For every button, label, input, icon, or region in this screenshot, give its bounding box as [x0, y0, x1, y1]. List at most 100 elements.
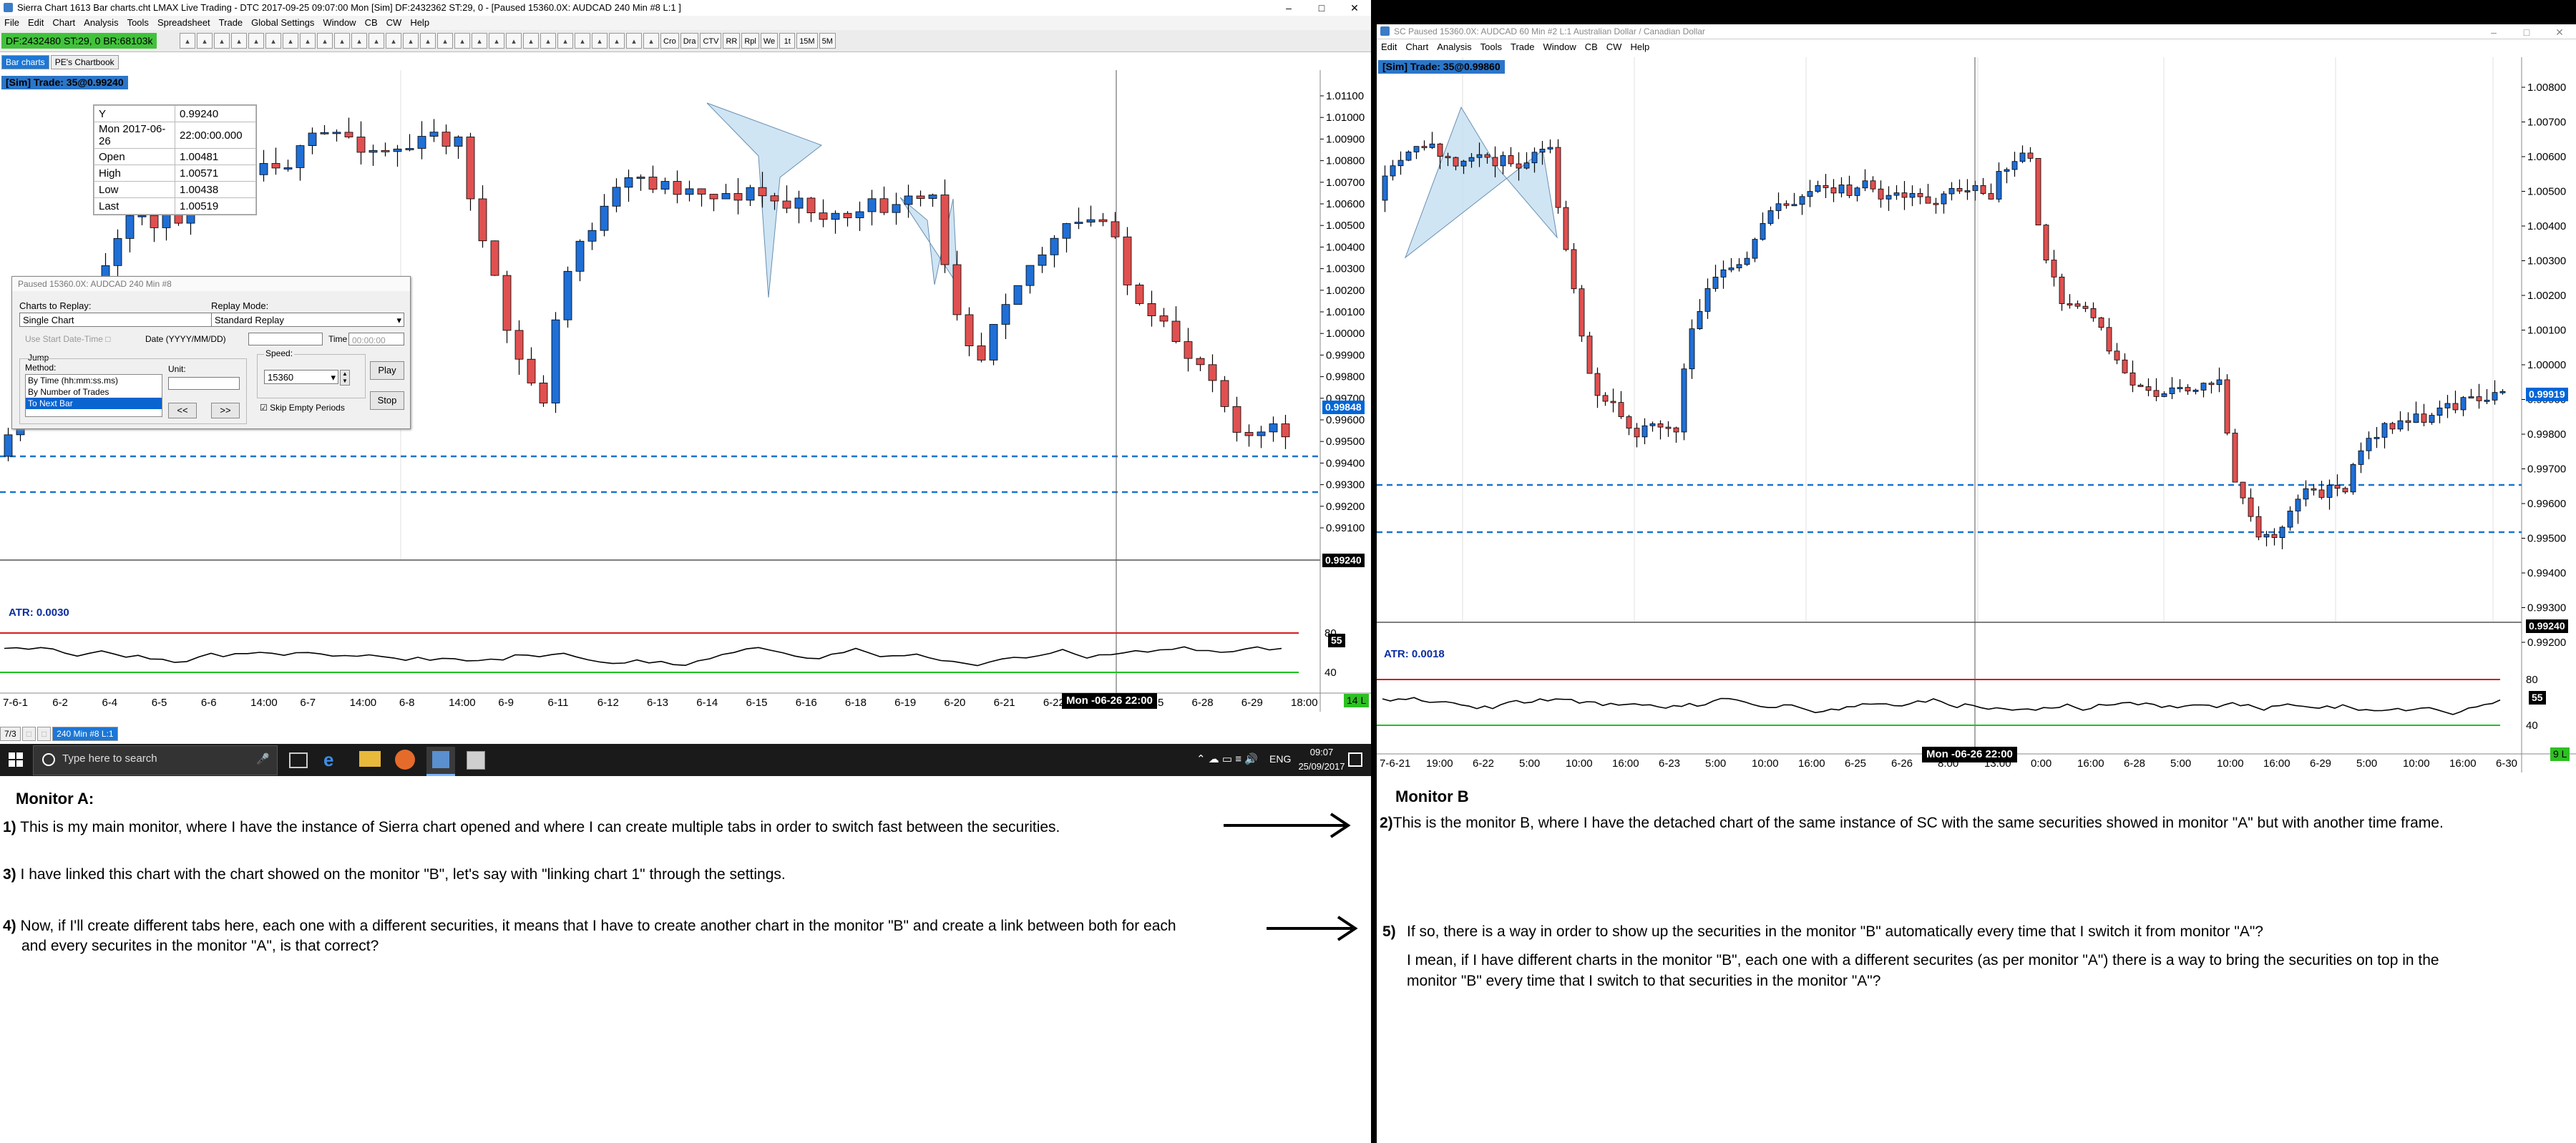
menu-item[interactable]: Spreadsheet [157, 17, 210, 28]
detached-window-title-bar[interactable]: SC Paused 15360.0X: AUDCAD 60 Min #2 L:1… [1377, 24, 2576, 39]
toolbar-tool-icon[interactable]: ▴ [626, 33, 642, 49]
minimize-icon[interactable]: – [1272, 0, 1305, 16]
speed-field[interactable]: 15360 ▾ [264, 370, 338, 384]
toolbar-tool-icon[interactable]: ▴ [265, 33, 281, 49]
play-button[interactable]: Play [370, 361, 404, 380]
toolbar-tool-icon[interactable]: ▴ [283, 33, 298, 49]
toolbar-tool-icon[interactable]: ▴ [557, 33, 573, 49]
toolbar-tool-icon[interactable]: ▴ [386, 33, 401, 49]
toolbar-tool-icon[interactable]: ▴ [437, 33, 453, 49]
toolbar-tool-icon[interactable]: ▴ [506, 33, 522, 49]
menu-item[interactable]: Trade [1511, 41, 1534, 52]
stop-button[interactable]: Stop [370, 391, 404, 410]
clock[interactable]: 09:07 25/09/2017 [1297, 745, 1347, 774]
toolbar-button[interactable]: RR [723, 33, 741, 49]
charts-to-replay-select[interactable]: Single Chart▾ [19, 313, 218, 327]
toolbar-tool-icon[interactable]: ▴ [334, 33, 350, 49]
menu-item[interactable]: File [4, 17, 19, 28]
toolbar-button[interactable]: We [760, 33, 779, 49]
close-icon[interactable]: ✕ [1338, 0, 1371, 16]
toolbar-tool-icon[interactable]: ▴ [420, 33, 436, 49]
toolbar-tool-icon[interactable]: ▴ [180, 33, 195, 49]
sierra-chart-taskbar-icon[interactable] [426, 747, 455, 776]
menu-item[interactable]: Tools [127, 17, 149, 28]
windows-start-icon[interactable] [9, 752, 23, 767]
toolbar-tool-icon[interactable]: ▴ [197, 33, 213, 49]
toolbar-button[interactable]: 1t [779, 33, 796, 49]
toolbar-tool-icon[interactable]: ▴ [523, 33, 539, 49]
toolbar-button[interactable]: Rpl [741, 33, 759, 49]
toolbar-tool-icon[interactable]: ▴ [454, 33, 470, 49]
toolbar-tool-icon[interactable]: ▴ [575, 33, 590, 49]
toolbar-tool-icon[interactable]: ▴ [643, 33, 659, 49]
language-indicator[interactable]: ENG [1269, 753, 1291, 765]
time-field[interactable]: 00:00:00 [348, 333, 404, 345]
unit-field[interactable] [168, 377, 240, 390]
toolbar-tool-icon[interactable]: ▴ [351, 33, 367, 49]
menu-item[interactable]: Chart [52, 17, 75, 28]
firefox-icon[interactable] [395, 750, 415, 770]
edge-browser-icon[interactable]: e [323, 750, 345, 770]
toolbar-button[interactable]: CTV [700, 33, 722, 49]
menu-item[interactable]: Analysis [84, 17, 118, 28]
use-start-date-time-checkbox[interactable]: Use Start Date-Time □ [25, 334, 111, 344]
menu-item[interactable]: Edit [28, 17, 44, 28]
tab-empty-icon[interactable]: □ [36, 727, 52, 741]
maximize-icon[interactable]: □ [2510, 24, 2543, 39]
task-view-icon[interactable] [289, 752, 308, 768]
menu-item[interactable]: Analysis [1437, 41, 1471, 52]
toolbar-tool-icon[interactable]: ▴ [609, 33, 625, 49]
method-option[interactable]: By Number of Trades [26, 386, 162, 398]
tray-icons[interactable]: ⌃ ☁ ▭ ≡ 🔊 [1196, 752, 1258, 765]
method-list[interactable]: By Time (hh:mm:ss.ms) By Number of Trades… [25, 374, 162, 417]
menu-item[interactable]: Chart [1405, 41, 1428, 52]
file-explorer-icon[interactable] [359, 751, 381, 767]
menu-item[interactable]: Help [410, 17, 429, 28]
menu-item[interactable]: Window [323, 17, 356, 28]
tab-pes-chartbook[interactable]: PE's Chartbook [50, 55, 119, 69]
toolbar-tool-icon[interactable]: ▴ [540, 33, 556, 49]
tab-240-min[interactable]: 240 Min #8 L:1 [52, 727, 118, 741]
toolbar-tool-icon[interactable]: ▴ [300, 33, 316, 49]
menu-item[interactable]: CW [1606, 41, 1622, 52]
toolbar-tool-icon[interactable]: ▴ [317, 33, 333, 49]
jump-forward-button[interactable]: >> [211, 403, 240, 418]
toolbar-tool-icon[interactable]: ▴ [403, 33, 419, 49]
jump-back-button[interactable]: << [168, 403, 197, 418]
price-chart-b[interactable]: 1.00800 1.00700 1.00600 1.00500 1.00400 1.003… [1377, 57, 2576, 772]
tab-bar-charts[interactable]: Bar charts [1, 55, 49, 69]
method-option[interactable]: To Next Bar [26, 398, 162, 409]
minimize-icon[interactable]: – [2477, 24, 2510, 39]
window-title-bar[interactable]: Sierra Chart 1613 Bar charts.cht LMAX Li… [0, 0, 1371, 16]
toolbar-tool-icon[interactable]: ▴ [231, 33, 247, 49]
toolbar-tool-icon[interactable]: ▴ [472, 33, 487, 49]
tab-7-3[interactable]: 7/3 [0, 727, 21, 741]
replay-dialog-title[interactable]: Paused 15360.0X: AUDCAD 240 Min #8 [12, 277, 410, 291]
notepad-icon[interactable] [467, 751, 485, 770]
toolbar-tool-icon[interactable]: ▴ [214, 33, 230, 49]
notifications-icon[interactable] [1348, 752, 1362, 767]
menu-item[interactable]: Global Settings [251, 17, 314, 28]
menu-item[interactable]: CB [1585, 41, 1598, 52]
menu-item[interactable]: Tools [1480, 41, 1502, 52]
menu-item[interactable]: Window [1543, 41, 1576, 52]
microphone-icon[interactable]: 🎤 [256, 752, 270, 765]
toolbar-button[interactable]: 15M [796, 33, 818, 49]
method-option[interactable]: By Time (hh:mm:ss.ms) [26, 375, 162, 386]
skip-empty-periods-checkbox[interactable]: ☑ Skip Empty Periods [260, 403, 345, 413]
toolbar-button[interactable]: Cro [660, 33, 679, 49]
tab-empty-icon[interactable]: □ [21, 727, 36, 741]
toolbar-tool-icon[interactable]: ▴ [369, 33, 384, 49]
menu-item[interactable]: Help [1630, 41, 1649, 52]
toolbar-tool-icon[interactable]: ▴ [489, 33, 504, 49]
toolbar-tool-icon[interactable]: ▴ [592, 33, 608, 49]
taskbar-search-box[interactable]: Type here to search 🎤 [33, 745, 278, 775]
menu-item[interactable]: CB [365, 17, 378, 28]
toolbar-button[interactable]: Dra [680, 33, 699, 49]
menu-item[interactable]: Trade [219, 17, 243, 28]
toolbar-button[interactable]: 5M [819, 33, 836, 49]
menu-item[interactable]: CW [386, 17, 402, 28]
date-field[interactable] [248, 333, 323, 345]
speed-spinner[interactable]: ▲ ▼ [340, 370, 350, 386]
toolbar-tool-icon[interactable]: ▴ [248, 33, 264, 49]
